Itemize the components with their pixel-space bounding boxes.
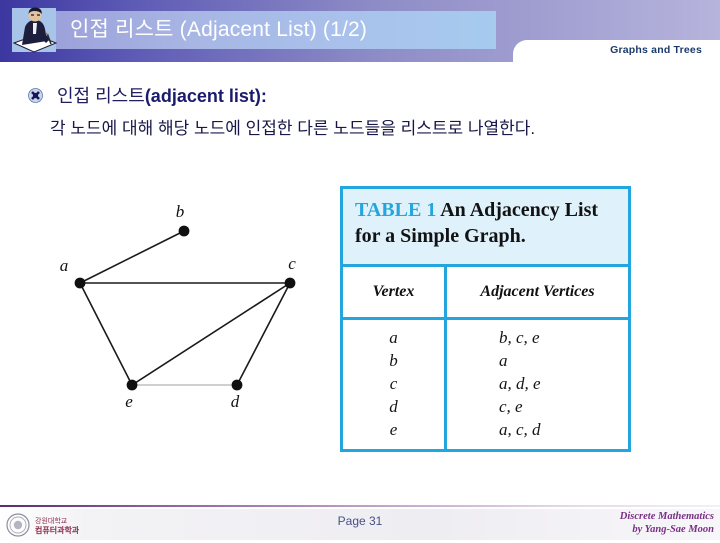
slide-header: 인접 리스트 (Adjacent List) (1/2) Graphs and … <box>0 0 720 62</box>
section-label: Graphs and Trees <box>610 44 702 56</box>
table-cell-adjacent: b, c, e <box>499 328 540 347</box>
graph-node-d <box>231 379 243 391</box>
graph-node-label-b: b <box>176 202 185 221</box>
graph-node-c <box>284 277 296 289</box>
table-number: TABLE 1 <box>355 199 437 221</box>
table-header-row: Vertex Adjacent Vertices <box>343 267 628 320</box>
course-credit: Discrete Mathematics by Yang-Sae Moon <box>514 510 714 536</box>
graph-edge-ce <box>131 282 291 386</box>
decorative-bullet-icon <box>28 88 43 103</box>
definition-heading-korean: 인접 리스트 <box>57 86 145 106</box>
table-cell-adjacent: a, d, e <box>499 374 541 393</box>
table-cell-vertex: a <box>389 328 398 347</box>
vertex-column: abcde <box>343 320 447 449</box>
adjacent-column: b, c, e a a, d, e c, e a, c, d <box>447 320 628 449</box>
graph-edge-ae <box>79 282 133 386</box>
graph-node-e <box>126 379 138 391</box>
graph-node-label-c: c <box>288 254 296 273</box>
graph-edge-cd <box>236 282 291 386</box>
course-credit-line2: by Yang-Sae Moon <box>632 524 714 535</box>
graph-node-label-e: e <box>125 392 133 411</box>
footer-divider <box>0 505 720 507</box>
graph-node-label-a: a <box>60 256 69 275</box>
table-cell-vertex: b <box>389 351 398 370</box>
definition-heading: 인접 리스트(adjacent list): <box>57 82 267 108</box>
table-caption: TABLE 1 An Adjacency List for a Simple G… <box>343 189 628 267</box>
definition-body: 각 노드에 대해 해당 노드에 인접한 다른 노드들을 리스트로 나열한다. <box>50 119 536 138</box>
table-cell-vertex: c <box>389 374 398 393</box>
graph-edge-ab <box>79 230 185 284</box>
adjacency-list-table: TABLE 1 An Adjacency List for a Simple G… <box>340 186 631 452</box>
simple-graph-diagram: a b c d e <box>55 178 325 423</box>
table-cell-vertex: d <box>389 397 398 416</box>
table-cell-vertex: e <box>389 420 398 439</box>
definition-heading-english: (adjacent list): <box>144 86 267 106</box>
column-header-adjacent-vertices: Adjacent Vertices <box>480 283 595 300</box>
table-body: abcde b, c, e a a, d, e c, e a, c, d <box>343 320 628 449</box>
graph-node-a <box>74 277 86 289</box>
table-cell-adjacent: c, e <box>499 397 523 416</box>
person-writing-icon <box>6 3 60 57</box>
course-credit-line1: Discrete Mathematics <box>619 511 714 522</box>
page-title: 인접 리스트 (Adjacent List) (1/2) <box>70 18 368 41</box>
table-cell-adjacent: a, c, d <box>499 420 541 439</box>
graph-node-label-d: d <box>231 392 240 411</box>
graph-node-b <box>178 225 190 237</box>
column-header-vertex: Vertex <box>343 267 447 317</box>
table-cell-adjacent: a <box>499 351 508 370</box>
